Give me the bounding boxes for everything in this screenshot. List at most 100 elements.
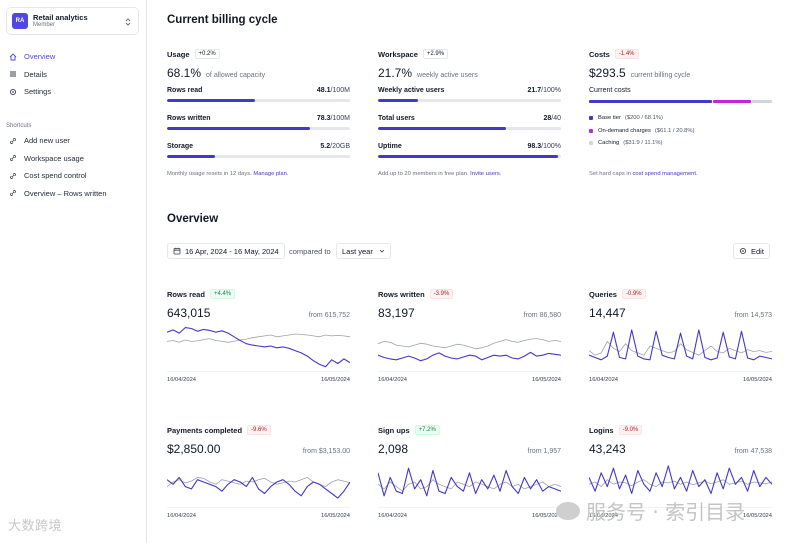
watermark-left: 大数跨境 [8, 519, 63, 534]
x-axis-end: 16/05/2024 [320, 377, 350, 383]
costs-unit: current billing cycle [630, 72, 691, 79]
workspace-title: Workspace [378, 49, 418, 59]
meter-label: Uptime [378, 143, 402, 150]
usage-unit: of allowed capacity [206, 72, 266, 79]
list-icon [10, 71, 16, 77]
meter-label: Rows read [167, 87, 203, 94]
shortcut-workspace-usage[interactable]: Workspace usage [6, 150, 139, 168]
meter-fill [378, 155, 558, 158]
kpi-title: Rows written [378, 289, 425, 299]
cost-spend-link[interactable]: cost spend management. [633, 171, 698, 177]
chat-bubble-icon [556, 501, 580, 520]
compare-value: Last year [342, 246, 373, 256]
series-line-current [589, 329, 772, 361]
organization-switcher[interactable]: RA Retail analytics Member [6, 7, 139, 35]
date-range-label: 16 Apr, 2024 - 16 May, 2024 [185, 246, 279, 256]
kpi-from: from 86,580 [523, 312, 561, 319]
sidebar-item-label: Overview [24, 52, 56, 62]
edit-label: Edit [751, 246, 764, 256]
costs-footer: Set hard caps in cost spend management. [589, 171, 698, 177]
org-role: Member [33, 21, 56, 28]
workspace-card: Workspace +2.9% 21.7% weekly active user… [378, 48, 561, 177]
manage-plan-link[interactable]: Manage plan. [253, 171, 288, 177]
kpi-card-queries[interactable]: Queries -0.9% 14,447 from 14,573 16/04/202… [589, 288, 772, 393]
kpi-value: 2,098 [378, 442, 409, 456]
shortcuts-title: Shortcuts [6, 123, 32, 129]
kpi-title: Sign ups [378, 425, 410, 435]
date-range-picker[interactable]: 16 Apr, 2024 - 16 May, 2024 [167, 243, 285, 259]
kpi-from: from 1,957 [527, 448, 561, 455]
costs-badge: -1.4% [614, 49, 639, 59]
shortcuts-list: Add new user Workspace usage Cost spend … [6, 132, 139, 202]
x-axis-start: 16/04/2024 [167, 377, 197, 383]
kpi-title: Rows read [167, 289, 205, 299]
kpi-sparkline [589, 329, 772, 372]
meter-rows-written: Rows written 78.3/100M [167, 115, 350, 130]
series-line-current [167, 476, 350, 499]
workspace-footer-text: Add up to 20 members in free plan. [378, 171, 471, 177]
meter-total-users: Total users 28/40 [378, 115, 561, 130]
meter-total: /20GB [330, 143, 350, 150]
sidebar-item-label: Settings [24, 87, 52, 97]
kpi-badge: +7.2% [414, 425, 440, 435]
chevron-down-icon [379, 249, 385, 253]
legend-swatch [589, 116, 593, 121]
kpi-from: from 47,538 [734, 448, 772, 455]
usage-card: Usage +0.2% 68.1% of allowed capacity Ro… [167, 48, 350, 177]
kpi-card-sign-ups[interactable]: Sign ups +7.2% 2,098 from 1,957 16/04/2024… [378, 424, 561, 529]
overview-title: Overview [167, 213, 219, 225]
compare-select[interactable]: Last year [336, 243, 391, 259]
sidebar-item-label: Details [24, 69, 47, 79]
meter-label: Rows written [167, 115, 211, 122]
main-content: Current billing cycle Usage +0.2% 68.1% … [147, 0, 800, 543]
shortcut-add-new-user[interactable]: Add new user [6, 132, 139, 150]
edit-button[interactable]: Edit [733, 243, 770, 259]
series-line-current [378, 351, 561, 362]
kpi-title: Logins [589, 425, 614, 435]
sidebar-item-settings[interactable]: Settings [6, 83, 139, 101]
x-axis-end: 16/05/2024 [742, 513, 772, 519]
kpi-value: 643,015 [167, 306, 211, 320]
series-line-previous [167, 333, 350, 343]
cost-detail: ($61.1 / 20.8%) [654, 127, 695, 134]
current-costs: Current costs [589, 87, 772, 97]
meter-fill [167, 99, 256, 102]
link-icon [10, 172, 16, 179]
invite-users-link[interactable]: Invite users. [470, 171, 501, 177]
kpi-from: from 14,573 [734, 312, 772, 319]
watermark-right-text: 服务号 · 索引目录 [586, 500, 746, 524]
kpi-sparkline [167, 476, 350, 508]
shortcut-overview-rows-written[interactable]: Overview – Rows written [6, 185, 139, 203]
sidebar: RA Retail analytics Member Overview Deta… [0, 0, 147, 543]
kpi-card-payments-completed[interactable]: Payments completed -9.6% $2,850.00 from $3… [167, 424, 350, 529]
costs-card: Costs -1.4% $293.5 current billing cycle… [589, 48, 772, 177]
shortcut-cost-spend-control[interactable]: Cost spend control [6, 167, 139, 185]
meter-label: Weekly active users [378, 87, 445, 94]
home-icon [9, 53, 17, 61]
calendar-icon [173, 247, 181, 255]
kpi-card-rows-read[interactable]: Rows read +4.4% 643,015 from 615,752 16/04… [167, 288, 350, 393]
kpi-card-rows-written[interactable]: Rows written -3.9% 83,197 from 86,580 16/0… [378, 288, 561, 393]
meter-label: Storage [167, 143, 194, 150]
kpi-value: $2,850.00 [167, 442, 221, 456]
kpi-badge: -9.0% [618, 425, 643, 435]
meter-value: 48.1 [316, 87, 331, 94]
current-costs-label: Current costs [589, 87, 631, 94]
meter-weekly-active-users: Weekly active users 21.7/100% [378, 87, 561, 102]
sidebar-item-overview[interactable]: Overview [6, 48, 139, 66]
meter-total: /100M [330, 115, 350, 122]
cost-breakdown-bar [589, 100, 772, 103]
sidebar-item-details[interactable]: Details [6, 66, 139, 84]
main-nav: Overview Details Settings [6, 48, 139, 101]
cost-item-on-demand: On-demand charges ($61.1 / 20.8%) [589, 125, 772, 138]
meter-value: 78.3 [316, 115, 331, 122]
meter-total: /100% [541, 143, 561, 150]
meter-fill [378, 99, 418, 102]
link-icon [10, 190, 16, 197]
shortcut-label: Overview – Rows written [24, 188, 107, 198]
meter-rows-read: Rows read 48.1/100M [167, 87, 350, 102]
cost-segment [713, 100, 751, 103]
kpi-sparkline [167, 327, 350, 372]
costs-footer-text: Set hard caps in [589, 171, 633, 177]
x-axis-end: 16/05/2024 [320, 513, 350, 519]
